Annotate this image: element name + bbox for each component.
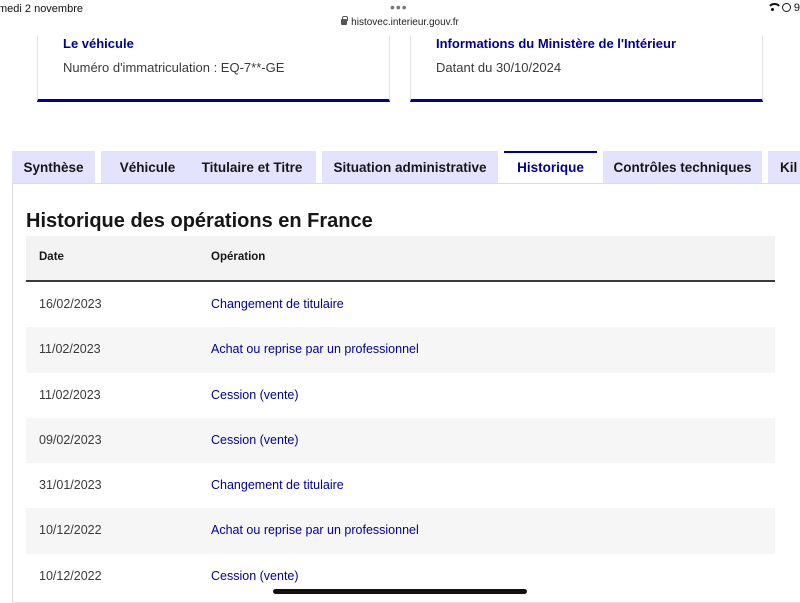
row-date: 11/02/2023 xyxy=(39,387,101,402)
row-date: 10/12/2022 xyxy=(39,523,102,538)
address-bar[interactable]: histovec.interieur.gouv.fr xyxy=(0,16,800,28)
table-header: Date Opération xyxy=(26,236,775,282)
status-date: medi 2 novembre xyxy=(0,3,83,15)
column-header-operation: Opération xyxy=(211,251,266,263)
row-operation: Cession (vente) xyxy=(211,432,299,447)
table-row: 11/02/2023 Cession (vente) xyxy=(26,372,775,418)
orientation-lock-icon xyxy=(781,3,791,12)
ministry-info-date: Datant du 30/10/2024 xyxy=(436,60,562,75)
tab-historique[interactable]: Historique xyxy=(504,151,597,185)
vehicle-card: Le véhicule Numéro d'immatriculation : E… xyxy=(37,36,390,102)
tab-vehicule[interactable]: Véhicule xyxy=(101,151,194,184)
page-title: Historique des opérations en France xyxy=(26,210,373,232)
row-date: 11/02/2023 xyxy=(39,342,101,357)
wifi-icon xyxy=(766,3,782,11)
lock-icon xyxy=(341,16,349,25)
tab-bar: Synthèse Véhicule Titulaire et Titre Sit… xyxy=(12,151,800,185)
tab-situation-administrative[interactable]: Situation administrative xyxy=(322,151,498,184)
row-date: 09/02/2023 xyxy=(39,432,102,447)
vehicle-card-title: Le véhicule xyxy=(63,36,134,51)
table-row: 31/01/2023 Changement de titulaire xyxy=(26,463,775,509)
column-header-date: Date xyxy=(39,251,64,263)
registration-number: Numéro d'immatriculation : EQ-7**-GE xyxy=(63,60,285,75)
tab-synthese[interactable]: Synthèse xyxy=(12,151,95,184)
table-row: 11/02/2023 Achat ou reprise par un profe… xyxy=(26,327,775,373)
row-operation: Achat ou reprise par un professionnel xyxy=(211,523,419,538)
table-row: 10/12/2022 Achat ou reprise par un profe… xyxy=(26,508,775,554)
ministry-card-title: Informations du Ministère de l'Intérieur xyxy=(436,36,677,51)
browser-menu-dots[interactable]: ••• xyxy=(390,0,408,14)
history-panel: Historique des opérations en France Date… xyxy=(12,183,800,603)
tab-titulaire-titre[interactable]: Titulaire et Titre xyxy=(188,151,316,184)
status-icons: 9 xyxy=(766,2,800,14)
row-operation: Changement de titulaire xyxy=(211,297,344,311)
tab-controles-techniques[interactable]: Contrôles techniques xyxy=(603,151,762,184)
row-operation: Changement de titulaire xyxy=(211,478,344,493)
home-indicator[interactable] xyxy=(273,589,527,594)
address-url: histovec.interieur.gouv.fr xyxy=(351,17,459,28)
table-row: 09/02/2023 Cession (vente) xyxy=(26,417,775,464)
row-operation: Cession (vente) xyxy=(211,568,299,583)
row-operation: Achat ou reprise par un professionnel xyxy=(211,342,419,357)
ministry-info-card: Informations du Ministère de l'Intérieur… xyxy=(410,36,763,102)
row-operation: Cession (vente) xyxy=(211,387,299,402)
history-table: Date Opération 16/02/2023 Changement de … xyxy=(26,236,775,600)
table-row: 16/02/2023 Changement de titulaire xyxy=(26,282,775,328)
tab-kilometrage[interactable]: Kil xyxy=(768,151,800,184)
row-date: 31/01/2023 xyxy=(39,478,102,493)
row-date: 10/12/2022 xyxy=(39,568,102,583)
row-date: 16/02/2023 xyxy=(39,297,102,311)
status-bar: medi 2 novembre ••• histovec.interieur.g… xyxy=(0,0,800,36)
battery-level: 9 xyxy=(793,2,800,14)
